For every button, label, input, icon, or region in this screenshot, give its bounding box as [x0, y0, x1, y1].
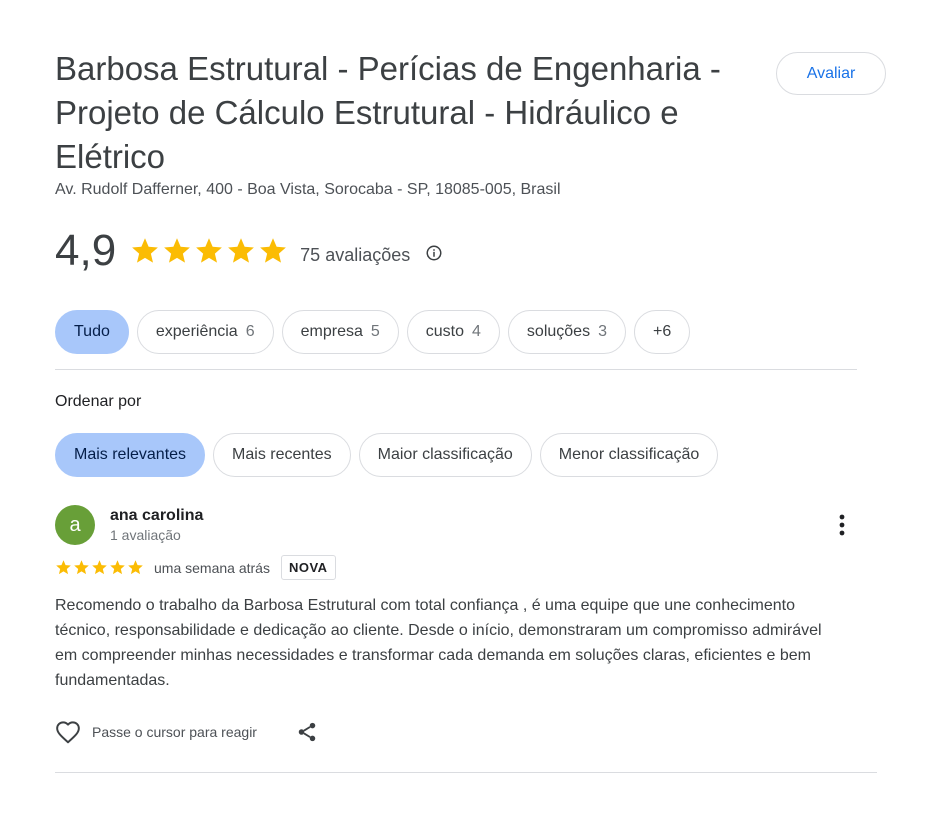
star-icon — [92, 560, 107, 575]
more-options-icon[interactable] — [831, 513, 853, 537]
sort-option-chip[interactable]: Menor classificação — [539, 433, 719, 477]
divider — [55, 772, 877, 773]
topic-chip-label: empresa — [300, 323, 363, 340]
topic-chip-label: soluções — [526, 323, 591, 340]
topic-chip[interactable]: Tudo — [55, 310, 129, 354]
new-badge: NOVA — [280, 555, 336, 580]
divider — [55, 369, 857, 370]
sort-option-chip[interactable]: Mais relevantes — [55, 433, 206, 477]
review-count[interactable]: 75 avaliações — [300, 237, 410, 266]
review-actions: Passe o cursor para reagir — [55, 719, 319, 745]
rate-button[interactable]: Avaliar — [776, 52, 886, 95]
sort-label: Ordenar por — [55, 393, 142, 410]
place-title: Barbosa Estrutural - Perícias de Engenha… — [55, 50, 721, 175]
sort-option-chip[interactable]: Mais recentes — [213, 433, 351, 477]
topic-chip-count: 6 — [245, 323, 255, 340]
topic-chip-label: Tudo — [74, 323, 110, 340]
topic-chip[interactable]: soluções 3 — [507, 310, 626, 354]
star-icon — [260, 238, 287, 263]
topic-chip-count: 3 — [598, 323, 607, 340]
topic-chip[interactable]: custo 4 — [406, 310, 500, 354]
topic-chip-label: +6 — [652, 323, 672, 340]
review-text: Recomendo o trabalho da Barbosa Estrutur… — [55, 597, 822, 689]
review-date: uma semana atrás — [154, 559, 270, 576]
star-icon — [196, 238, 223, 263]
topic-chip[interactable]: experiência 6 — [136, 310, 274, 354]
info-icon[interactable] — [425, 240, 443, 262]
heart-icon[interactable] — [55, 719, 81, 745]
topic-chip-count: 4 — [472, 323, 481, 340]
topic-chip[interactable]: empresa 5 — [281, 310, 399, 354]
rating-stars — [130, 236, 288, 266]
star-icon — [110, 560, 125, 575]
react-hint: Passe o cursor para reagir — [92, 724, 257, 740]
share-icon[interactable] — [295, 720, 319, 744]
topic-filter-chips: Tudo experiência 6 empresa 5 custo 4 soluções 3 +… — [55, 310, 691, 354]
reviewer-review-count: 1 avaliação — [110, 527, 181, 543]
sort-chips: Mais relevantes Mais recentes Maior classi… — [55, 433, 719, 477]
sort-option-chip[interactable]: Maior classificação — [358, 433, 532, 477]
topic-chip[interactable]: +6 — [633, 310, 691, 354]
avatar[interactable]: a — [55, 505, 95, 545]
star-icon — [74, 560, 89, 575]
review-stars — [55, 559, 144, 576]
star-icon — [228, 238, 255, 263]
topic-chip-count: 5 — [370, 323, 380, 340]
rating-summary: 4,9 75 avaliações — [55, 226, 443, 276]
star-icon — [132, 238, 159, 263]
place-address: Av. Rudolf Dafferner, 400 - Boa Vista, S… — [55, 181, 561, 198]
topic-chip-label: custo — [425, 323, 465, 340]
star-icon — [164, 238, 191, 263]
reviews-page: Barbosa Estrutural - Perícias de Engenha… — [0, 0, 943, 830]
review-rating-row: uma semana atrás NOVA — [55, 555, 336, 580]
topic-chip-label: experiência — [155, 323, 238, 340]
rating-value: 4,9 — [55, 226, 117, 275]
reviewer-name[interactable]: ana carolina — [110, 507, 203, 525]
star-icon — [56, 560, 71, 575]
star-icon — [128, 560, 143, 575]
